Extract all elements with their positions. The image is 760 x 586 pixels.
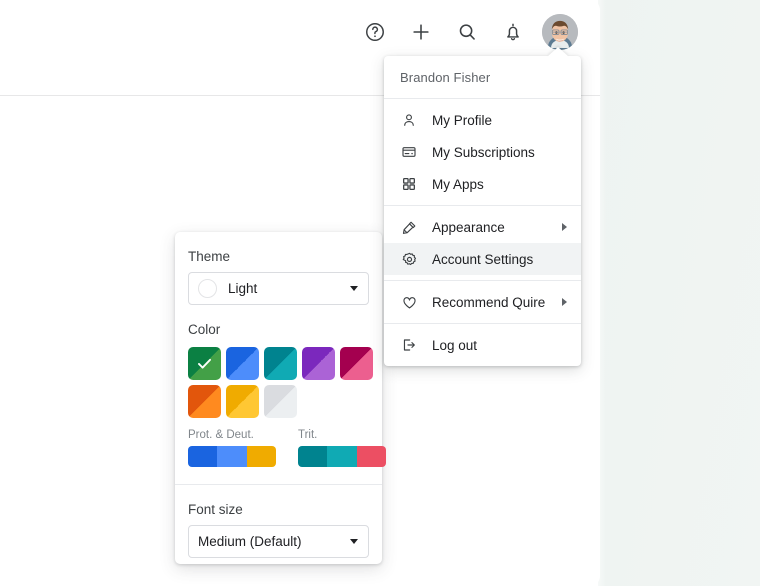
menu-group-recommend: Recommend Quire bbox=[384, 281, 581, 323]
menu-group-settings: Appearance Account Settings bbox=[384, 206, 581, 280]
palette-color-2 bbox=[327, 446, 357, 467]
chevron-down-icon bbox=[350, 539, 358, 544]
palette-color-2 bbox=[217, 446, 247, 467]
chevron-down-icon bbox=[350, 286, 358, 291]
notifications-bell-icon[interactable] bbox=[496, 15, 530, 49]
color-swatch-orange[interactable] bbox=[188, 385, 221, 418]
theme-label: Theme bbox=[188, 249, 231, 264]
color-swatch-grey[interactable] bbox=[264, 385, 297, 418]
palette-color-1 bbox=[298, 446, 328, 467]
color-swatch-amber[interactable] bbox=[226, 385, 259, 418]
palette-caption: Trit. bbox=[298, 429, 318, 441]
color-swatch-grid bbox=[188, 345, 373, 418]
color-swatch-teal[interactable] bbox=[264, 347, 297, 380]
paint-roller-icon bbox=[400, 218, 418, 236]
menu-item-label: Log out bbox=[432, 337, 478, 353]
palette-color-1 bbox=[188, 446, 218, 467]
menu-item-my-profile[interactable]: My Profile bbox=[384, 104, 581, 136]
account-dropdown-menu: Brandon Fisher My Profile My Subscriptio… bbox=[384, 47, 581, 366]
protanopia-deuteranopia-palette-group: Prot. & Deut. bbox=[188, 429, 276, 467]
help-icon[interactable] bbox=[358, 15, 392, 49]
app-screen: Brandon Fisher My Profile My Subscriptio… bbox=[0, 0, 760, 586]
font-size-section: Font size Medium (Default) bbox=[175, 485, 382, 558]
menu-user-name: Brandon Fisher bbox=[400, 70, 491, 85]
menu-item-log-out[interactable]: Log out bbox=[384, 329, 581, 361]
submenu-arrow-icon bbox=[562, 298, 567, 306]
menu-group-session: Log out bbox=[384, 324, 581, 366]
color-swatch-magenta[interactable] bbox=[340, 347, 373, 380]
top-toolbar bbox=[358, 12, 578, 52]
palette-color-3 bbox=[246, 446, 276, 467]
menu-item-label: My Apps bbox=[432, 176, 484, 192]
font-size-select-value: Medium (Default) bbox=[198, 534, 302, 549]
menu-item-label: Account Settings bbox=[432, 251, 534, 267]
right-background-panel bbox=[598, 0, 760, 586]
credit-card-icon bbox=[400, 143, 418, 161]
logout-icon bbox=[400, 336, 418, 354]
person-icon bbox=[400, 111, 418, 129]
font-size-label: Font size bbox=[188, 502, 243, 517]
menu-item-my-subscriptions[interactable]: My Subscriptions bbox=[384, 136, 581, 168]
menu-group-account: My Profile My Subscriptions My Apps bbox=[384, 99, 581, 205]
color-section: Color Prot. & Deut. Trit. bbox=[175, 305, 386, 467]
menu-item-label: Appearance bbox=[432, 219, 505, 235]
avatar[interactable] bbox=[542, 14, 578, 50]
check-icon bbox=[188, 347, 221, 380]
menu-item-my-apps[interactable]: My Apps bbox=[384, 168, 581, 200]
font-size-select[interactable]: Medium (Default) bbox=[188, 525, 369, 558]
menu-item-label: My Profile bbox=[432, 112, 493, 128]
palette-color-3 bbox=[356, 446, 386, 467]
palette-caption: Prot. & Deut. bbox=[188, 429, 254, 441]
color-swatch-green[interactable] bbox=[188, 347, 221, 380]
search-icon[interactable] bbox=[450, 15, 484, 49]
menu-item-recommend-quire[interactable]: Recommend Quire bbox=[384, 286, 581, 318]
apps-grid-icon bbox=[400, 175, 418, 193]
theme-section: Theme Light bbox=[175, 232, 382, 305]
add-icon[interactable] bbox=[404, 15, 438, 49]
color-label: Color bbox=[188, 322, 221, 337]
tritanopia-palette-group: Trit. bbox=[298, 429, 386, 467]
dropdown-caret bbox=[547, 47, 569, 57]
submenu-arrow-icon bbox=[562, 223, 567, 231]
sheet-edge-shadow bbox=[590, 0, 606, 586]
menu-item-account-settings[interactable]: Account Settings bbox=[384, 243, 581, 275]
colorblind-palettes: Prot. & Deut. Trit. bbox=[188, 418, 386, 467]
menu-item-label: My Subscriptions bbox=[432, 144, 535, 160]
menu-item-appearance[interactable]: Appearance bbox=[384, 211, 581, 243]
theme-select-value: Light bbox=[228, 281, 258, 296]
color-swatch-blue[interactable] bbox=[226, 347, 259, 380]
theme-select[interactable]: Light bbox=[188, 272, 369, 305]
gear-icon bbox=[400, 250, 418, 268]
protanopia-deuteranopia-palette[interactable] bbox=[188, 446, 276, 467]
tritanopia-palette[interactable] bbox=[298, 446, 386, 467]
menu-item-label: Recommend Quire bbox=[432, 294, 546, 310]
heart-icon bbox=[400, 293, 418, 311]
color-swatch-purple[interactable] bbox=[302, 347, 335, 380]
theme-preview-circle-icon bbox=[198, 279, 217, 298]
appearance-panel: Theme Light Color Prot. & Deut. Trit. Fon… bbox=[175, 232, 386, 564]
